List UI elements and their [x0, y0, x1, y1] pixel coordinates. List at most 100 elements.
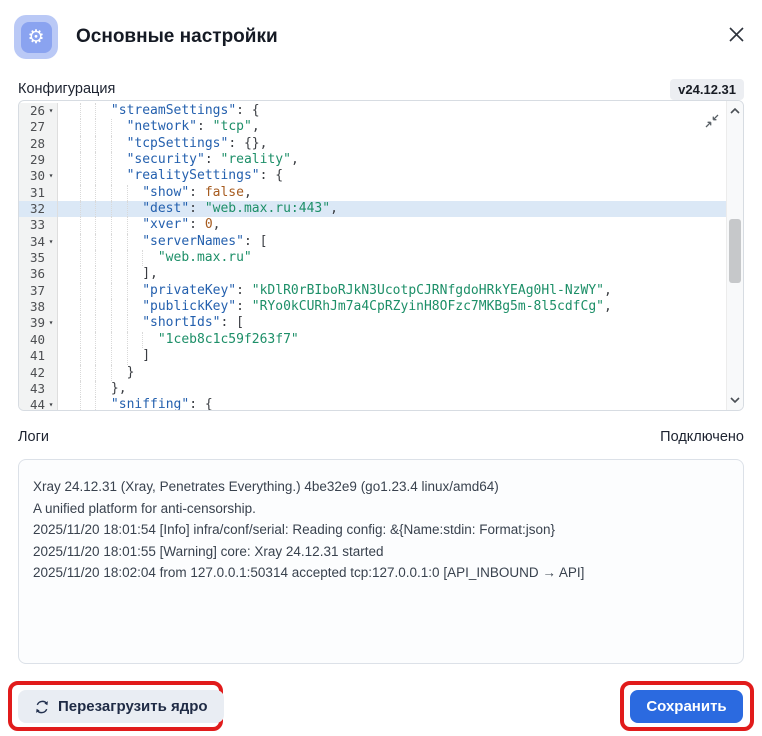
- token: "streamSettings": [111, 103, 236, 118]
- refresh-icon: [34, 699, 50, 715]
- indent-guide: [64, 315, 80, 331]
- token: 0: [205, 217, 213, 232]
- token: "RYo0kCURhJm7a4CpRZyinH8OFzc7MKBg5m-8l5c…: [252, 299, 604, 314]
- indent-guide: [64, 234, 80, 250]
- code-text: ],: [58, 266, 158, 282]
- scroll-up-icon[interactable]: [727, 103, 743, 119]
- fold-arrow-icon[interactable]: ▾: [45, 168, 57, 184]
- token: "kDlR0rBIboRJkN3UcotpCJRNfgdoHRkYEAg0Hl-…: [252, 283, 604, 298]
- indent-guide: [80, 217, 96, 233]
- code-line-42[interactable]: 42}: [19, 365, 726, 381]
- log-line: 2025/11/20 18:02:04 from 127.0.0.1:50314…: [33, 562, 729, 584]
- save-button[interactable]: Сохранить: [630, 690, 743, 723]
- indent-guide: [64, 381, 80, 397]
- indent-guide: [127, 217, 143, 233]
- token: :: [189, 201, 205, 216]
- indent-guide: [64, 266, 80, 282]
- code-line-34[interactable]: 34▾"serverNames": [: [19, 234, 726, 250]
- code-text: "tcpSettings": {},: [58, 136, 267, 152]
- indent-guide: [95, 299, 111, 315]
- code-line-26[interactable]: 26▾"streamSettings": {: [19, 103, 726, 119]
- gutter-cell: 43: [19, 381, 58, 397]
- reload-core-button[interactable]: Перезагрузить ядро: [18, 690, 224, 723]
- fold-arrow-icon[interactable]: ▾: [45, 315, 57, 331]
- code-line-30[interactable]: 30▾"realitySettings": {: [19, 168, 726, 184]
- indent-guide: [111, 168, 127, 184]
- indent-guide: [64, 217, 80, 233]
- scroll-down-icon[interactable]: [727, 392, 743, 408]
- indent-guide: [64, 332, 80, 348]
- line-number: 36: [19, 266, 45, 282]
- code-line-39[interactable]: 39▾"shortIds": [: [19, 315, 726, 331]
- code-text: "streamSettings": {: [58, 103, 260, 119]
- editor-scrollbar[interactable]: [726, 101, 743, 410]
- config-code-editor[interactable]: 26▾"streamSettings": {27"network": "tcp"…: [18, 100, 744, 411]
- line-number: 31: [19, 185, 45, 201]
- indent-guide: [95, 185, 111, 201]
- close-icon[interactable]: [726, 24, 746, 44]
- code-line-36[interactable]: 36],: [19, 266, 726, 282]
- code-text: "dest": "web.max.ru:443",: [58, 201, 338, 217]
- indent-guide: [95, 168, 111, 184]
- gear-icon: ⚙: [21, 22, 52, 53]
- code-text: },: [58, 381, 127, 397]
- indent-guide: [64, 103, 80, 119]
- scrollbar-thumb[interactable]: [729, 219, 741, 283]
- indent-guide: [80, 168, 96, 184]
- indent-guide: [95, 136, 111, 152]
- token: "xver": [142, 217, 189, 232]
- token: "serverNames": [142, 234, 244, 249]
- fold-arrow-icon[interactable]: ▾: [45, 103, 57, 119]
- code-line-37[interactable]: 37"privateKey": "kDlR0rBIboRJkN3UcotpCJR…: [19, 283, 726, 299]
- token: "web.max.ru": [158, 250, 252, 265]
- code-line-31[interactable]: 31 "show": false,: [19, 185, 726, 201]
- line-number: 39: [19, 315, 45, 331]
- indent-guide: [80, 348, 96, 364]
- indent-guide: [127, 266, 143, 282]
- indent-guide: [111, 152, 127, 168]
- code-rows: 26▾"streamSettings": {27"network": "tcp"…: [19, 103, 726, 410]
- code-line-32[interactable]: 32"dest": "web.max.ru:443",: [19, 201, 726, 217]
- gutter-cell: 31: [19, 185, 58, 201]
- code-line-38[interactable]: 38"publickKey": "RYo0kCURhJm7a4CpRZyinH8…: [19, 299, 726, 315]
- token: : {},: [228, 136, 267, 151]
- code-line-27[interactable]: 27"network": "tcp",: [19, 119, 726, 135]
- indent-guide: [111, 250, 127, 266]
- token: ,: [252, 119, 260, 134]
- code-text: "shortIds": [: [58, 315, 244, 331]
- code-line-29[interactable]: 29"security": "reality",: [19, 152, 726, 168]
- token: : [: [244, 234, 267, 249]
- indent-guide: [80, 365, 96, 381]
- code-line-44[interactable]: 44▾"sniffing": {: [19, 397, 726, 410]
- indent-guide: [95, 332, 111, 348]
- code-line-43[interactable]: 43},: [19, 381, 726, 397]
- log-line: 2025/11/20 18:01:54 [Info] infra/conf/se…: [33, 519, 729, 541]
- indent-guide: [111, 234, 127, 250]
- line-number: 43: [19, 381, 45, 397]
- indent-guide: [127, 201, 143, 217]
- token: "tcp": [213, 119, 252, 134]
- indent-guide: [64, 365, 80, 381]
- code-text: "sniffing": {: [58, 397, 213, 410]
- token: ,: [244, 185, 252, 200]
- code-line-28[interactable]: 28"tcpSettings": {},: [19, 136, 726, 152]
- log-line: Xray 24.12.31 (Xray, Penetrates Everythi…: [33, 476, 729, 498]
- code-line-33[interactable]: 33"xver": 0,: [19, 217, 726, 233]
- config-section-header: Конфигурация v24.12.31: [18, 79, 744, 99]
- collapse-editor-icon[interactable]: [705, 114, 719, 128]
- line-number: 33: [19, 217, 45, 233]
- line-number: 41: [19, 348, 45, 364]
- fold-arrow-icon[interactable]: ▾: [45, 234, 57, 250]
- code-line-40[interactable]: 40"1ceb8c1c59f263f7": [19, 332, 726, 348]
- code-text: "network": "tcp",: [58, 119, 260, 135]
- fold-arrow-icon[interactable]: ▾: [45, 397, 57, 410]
- indent-guide: [111, 332, 127, 348]
- indent-guide: [95, 201, 111, 217]
- gutter-cell: 28: [19, 136, 58, 152]
- indent-guide: [95, 103, 111, 119]
- line-number: 29: [19, 152, 45, 168]
- gutter-cell: 35: [19, 250, 58, 266]
- code-text: "show": false,: [58, 185, 252, 201]
- code-line-41[interactable]: 41]: [19, 348, 726, 364]
- code-line-35[interactable]: 35 "web.max.ru": [19, 250, 726, 266]
